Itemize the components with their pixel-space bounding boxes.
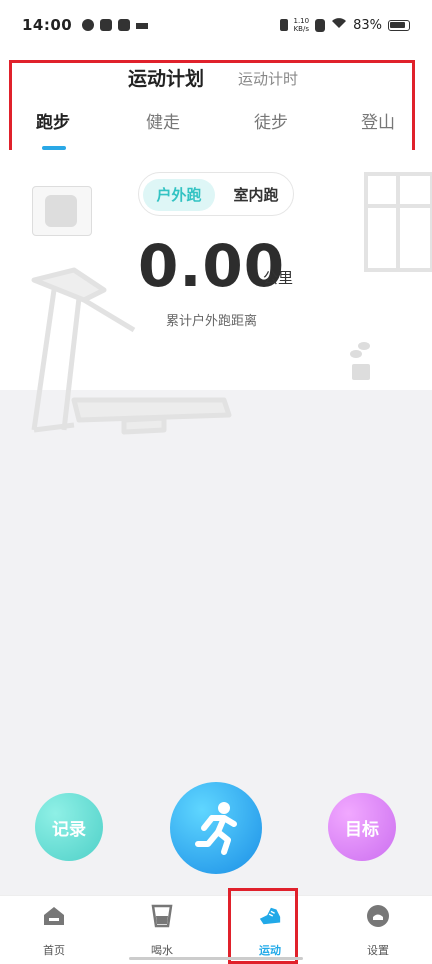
picture-frame-decoration	[32, 186, 92, 236]
wifi-icon	[331, 17, 347, 33]
status-time: 14:00	[22, 16, 73, 34]
plan-tabs: 运动计划 运动计时	[0, 64, 432, 94]
nav-sport-label: 运动	[259, 944, 281, 957]
tab-exercise-timer[interactable]: 运动计时	[238, 68, 298, 89]
tab-exercise-plan[interactable]: 运动计划	[128, 64, 204, 91]
status-right: 1.10 KB/s 83%	[279, 17, 410, 33]
bottom-nav: 首页 喝水 运动 设置	[0, 895, 432, 964]
vibrate-icon	[279, 19, 288, 31]
sneaker-icon	[258, 904, 282, 928]
outdoor-run-button[interactable]: 户外跑	[143, 179, 215, 211]
notification-icons	[82, 19, 149, 31]
nav-water[interactable]: 喝水	[122, 904, 202, 958]
net-speed-value: 1.10	[293, 17, 310, 25]
tab-climbing[interactable]: 登山	[361, 108, 395, 133]
distance-unit: 公里	[263, 269, 294, 287]
indoor-run-button[interactable]: 室内跑	[225, 179, 287, 211]
record-button[interactable]: 记录	[35, 793, 103, 861]
nav-home[interactable]: 首页	[14, 904, 94, 958]
tab-hiking[interactable]: 徒步	[254, 108, 288, 133]
net-speed: 1.10 KB/s	[294, 17, 310, 33]
running-person-icon	[195, 802, 237, 855]
message-notification-icon	[100, 19, 113, 31]
app-notification-icon	[82, 19, 95, 31]
water-cup-icon	[150, 904, 174, 928]
no-sim-icon	[315, 18, 326, 32]
tab-walking[interactable]: 健走	[146, 108, 180, 133]
run-mode-toggle: 户外跑 室内跑	[138, 172, 294, 216]
battery-icon	[388, 19, 410, 31]
settings-icon	[366, 904, 390, 928]
nav-water-label: 喝水	[151, 944, 173, 957]
status-bar: 14:00 1.10 KB/s 83%	[0, 0, 432, 50]
crown-notification-icon	[136, 21, 149, 29]
home-icon	[42, 904, 66, 928]
gesture-bar[interactable]	[129, 957, 303, 960]
distance-label: 累计户外跑距离	[166, 314, 258, 329]
nav-home-label: 首页	[43, 944, 65, 957]
nav-sport[interactable]: 运动	[230, 904, 310, 958]
goal-button[interactable]: 目标	[328, 793, 396, 861]
distance-value: 0.00	[138, 232, 286, 300]
battery-percent: 83%	[353, 17, 382, 33]
tiktok-notification-icon	[118, 19, 131, 31]
tab-running[interactable]: 跑步	[36, 108, 70, 133]
sport-tabs: 跑步 健走 徒步 登山	[0, 102, 432, 142]
window-decoration	[364, 172, 432, 272]
nav-settings[interactable]: 设置	[338, 904, 418, 958]
plant-decoration	[348, 340, 374, 380]
nav-settings-label: 设置	[367, 944, 389, 957]
start-run-button[interactable]	[170, 782, 262, 874]
net-speed-unit: KB/s	[293, 25, 309, 33]
